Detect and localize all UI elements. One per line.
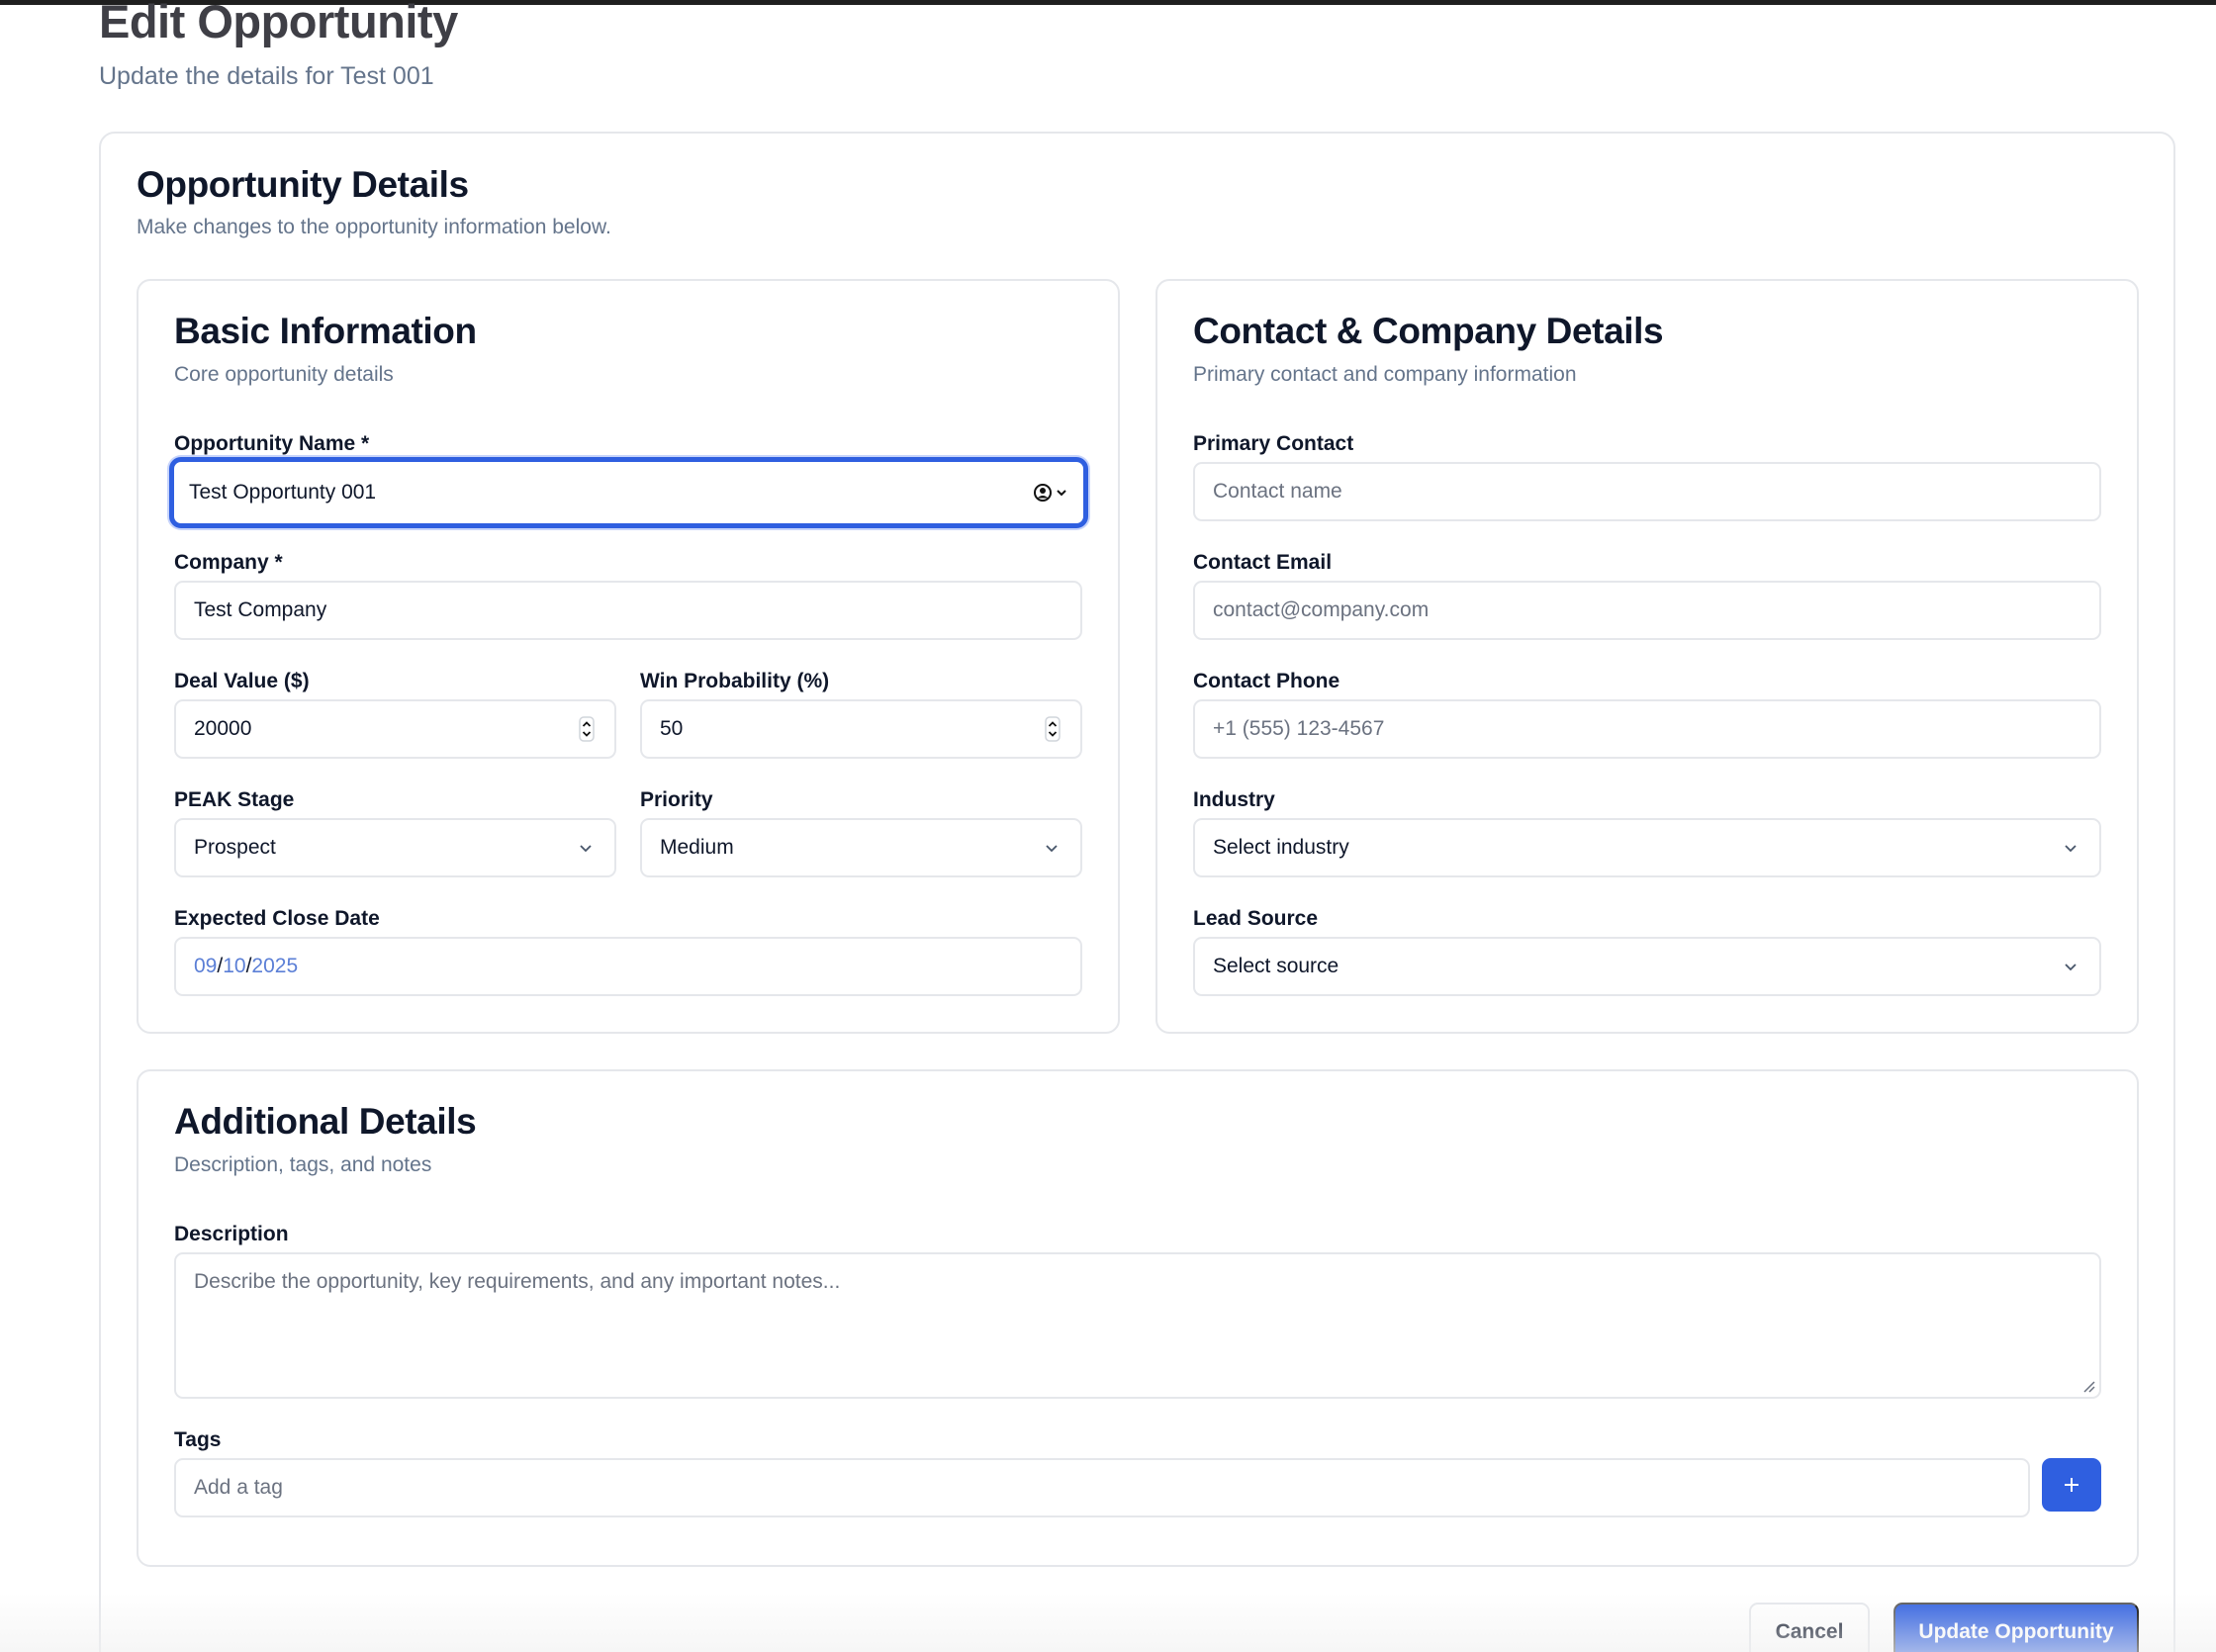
- lead-source-select[interactable]: Select source: [1193, 937, 2101, 996]
- close-date-input[interactable]: 09/10/2025: [174, 937, 1082, 996]
- contact-phone-label: Contact Phone: [1193, 670, 1340, 692]
- number-spinner-icon[interactable]: [577, 715, 597, 743]
- close-date-month[interactable]: 09: [194, 955, 217, 977]
- opportunity-name-label: Opportunity Name *: [174, 432, 370, 455]
- company-value: Test Company: [194, 598, 327, 621]
- priority-value: Medium: [660, 836, 734, 859]
- number-spinner-icon[interactable]: [1043, 715, 1062, 743]
- win-probability-value: 50: [660, 717, 684, 740]
- additional-details-description: Description, tags, and notes: [174, 1153, 432, 1176]
- primary-contact-label: Primary Contact: [1193, 432, 1354, 455]
- peak-stage-label: PEAK Stage: [174, 788, 295, 811]
- company-label: Company *: [174, 551, 283, 574]
- opportunity-details-description: Make changes to the opportunity informat…: [137, 216, 611, 238]
- priority-select[interactable]: Medium: [640, 818, 1082, 877]
- contact-email-input[interactable]: contact@company.com: [1193, 581, 2101, 640]
- tag-input[interactable]: Add a tag: [174, 1458, 2030, 1517]
- tag-placeholder: Add a tag: [194, 1476, 283, 1499]
- lead-source-value: Select source: [1213, 955, 1339, 977]
- contact-phone-placeholder: +1 (555) 123-4567: [1213, 717, 1385, 740]
- chevron-down-icon: [2060, 837, 2081, 859]
- contact-email-placeholder: contact@company.com: [1213, 598, 1430, 621]
- lead-source-label: Lead Source: [1193, 907, 1319, 930]
- description-label: Description: [174, 1223, 289, 1245]
- opportunity-name-input[interactable]: Test Opportunty 001: [169, 457, 1088, 528]
- industry-label: Industry: [1193, 788, 1275, 811]
- industry-value: Select industry: [1213, 836, 1349, 859]
- peak-stage-value: Prospect: [194, 836, 276, 859]
- close-date-year[interactable]: 2025: [251, 955, 298, 977]
- description-placeholder: Describe the opportunity, key requiremen…: [194, 1270, 841, 1293]
- contact-company-title: Contact & Company Details: [1193, 311, 1664, 351]
- contact-email-label: Contact Email: [1193, 551, 1333, 574]
- deal-value-value: 20000: [194, 717, 252, 740]
- page-subtitle: Update the details for Test 001: [99, 62, 434, 90]
- close-date-day[interactable]: 10: [223, 955, 245, 977]
- basic-information-description: Core opportunity details: [174, 363, 394, 386]
- priority-label: Priority: [640, 788, 713, 811]
- opportunity-name-value: Test Opportunty 001: [189, 481, 377, 504]
- primary-contact-placeholder: Contact name: [1213, 480, 1342, 503]
- industry-select[interactable]: Select industry: [1193, 818, 2101, 877]
- page-title: Edit Opportunity: [99, 0, 458, 47]
- description-textarea[interactable]: Describe the opportunity, key requiremen…: [174, 1252, 2101, 1399]
- deal-value-input[interactable]: 20000: [174, 699, 616, 759]
- update-opportunity-button[interactable]: Update Opportunity: [1893, 1603, 2139, 1652]
- close-date-label: Expected Close Date: [174, 907, 380, 930]
- primary-contact-input[interactable]: Contact name: [1193, 462, 2101, 521]
- win-probability-label: Win Probability (%): [640, 670, 830, 692]
- tags-label: Tags: [174, 1428, 222, 1451]
- win-probability-input[interactable]: 50: [640, 699, 1082, 759]
- opportunity-details-title: Opportunity Details: [137, 164, 469, 205]
- cancel-button[interactable]: Cancel: [1749, 1603, 1870, 1652]
- deal-value-label: Deal Value ($): [174, 670, 310, 692]
- peak-stage-select[interactable]: Prospect: [174, 818, 616, 877]
- contact-autofill-icon[interactable]: [1033, 483, 1068, 503]
- chevron-down-icon: [575, 837, 597, 859]
- plus-icon: [2065, 1478, 2078, 1492]
- basic-information-title: Basic Information: [174, 311, 477, 351]
- contact-company-description: Primary contact and company information: [1193, 363, 1577, 386]
- chevron-down-icon: [2060, 956, 2081, 977]
- contact-phone-input[interactable]: +1 (555) 123-4567: [1193, 699, 2101, 759]
- additional-details-title: Additional Details: [174, 1101, 477, 1142]
- resize-grip-icon[interactable]: [2081, 1379, 2095, 1393]
- chevron-down-icon: [1041, 837, 1062, 859]
- company-input[interactable]: Test Company: [174, 581, 1082, 640]
- add-tag-button[interactable]: [2042, 1458, 2101, 1512]
